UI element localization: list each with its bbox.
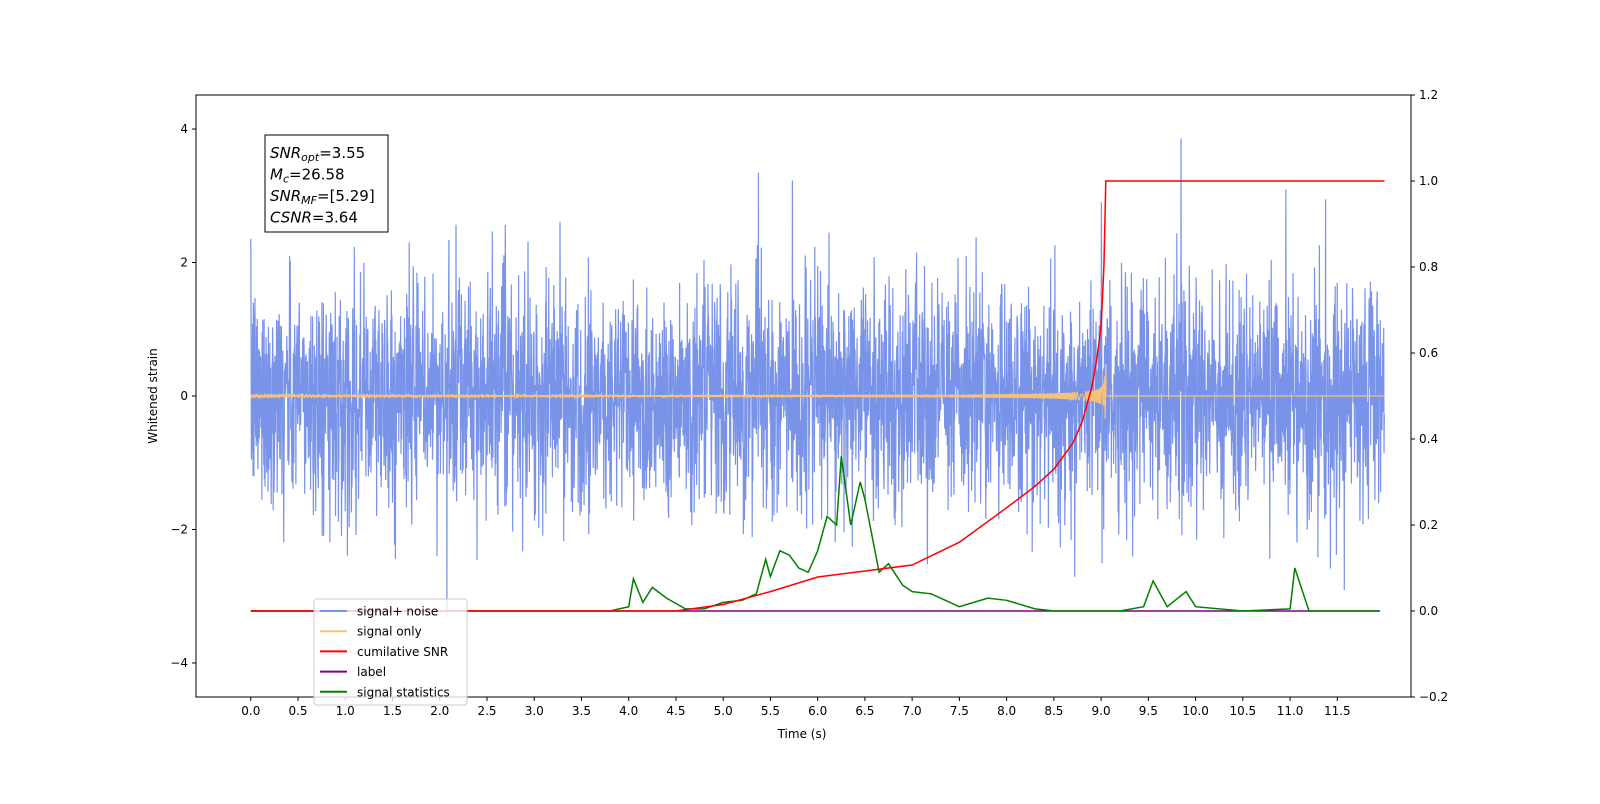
y-tick-label: −2 bbox=[170, 522, 188, 536]
y-axis-left: 4 2 0 −2 −4 bbox=[170, 122, 196, 670]
x-tick-label: 7.5 bbox=[950, 704, 969, 718]
x-tick-label: 4.5 bbox=[666, 704, 685, 718]
legend-label: signal statistics bbox=[357, 685, 450, 699]
x-tick-label: 6.5 bbox=[855, 704, 874, 718]
y-right-tick-label: 0.4 bbox=[1419, 432, 1438, 446]
y-tick-label: −4 bbox=[170, 656, 188, 670]
y-axis-right: 1.2 1.0 0.8 0.6 0.4 0.2 0.0 −0.2 bbox=[1411, 88, 1448, 704]
x-tick-label: 11.5 bbox=[1324, 704, 1351, 718]
x-tick-label: 5.0 bbox=[714, 704, 733, 718]
y-right-tick-label: −0.2 bbox=[1419, 690, 1448, 704]
y-tick-label: 4 bbox=[180, 122, 188, 136]
x-tick-label: 3.5 bbox=[572, 704, 591, 718]
annotation-box: SNRopt=3.55Mc=26.58SNRMF=[5.29]CSNR=3.64 bbox=[264, 134, 389, 233]
chart: 0.0 0.5 1.0 1.5 2.0 2.5 3.0 3.5 4.0 4.5 5.0 5.5 6.0 6… bbox=[146, 88, 1448, 741]
legend-label: cumilative SNR bbox=[357, 645, 448, 659]
x-tick-label: 4.0 bbox=[619, 704, 638, 718]
legend: signal+ noise signal only cumilative SNR la… bbox=[313, 598, 468, 706]
x-tick-label: 9.0 bbox=[1092, 704, 1111, 718]
x-tick-label: 2.5 bbox=[477, 704, 496, 718]
y-tick-label: 2 bbox=[180, 256, 188, 270]
annotation-line: CSNR=3.64 bbox=[270, 209, 358, 227]
x-tick-label: 11.0 bbox=[1277, 704, 1304, 718]
y-right-tick-label: 1.2 bbox=[1419, 88, 1438, 102]
y-right-tick-label: 1.0 bbox=[1419, 174, 1438, 188]
y-right-tick-label: 0.2 bbox=[1419, 518, 1438, 532]
x-tick-label: 5.5 bbox=[761, 704, 780, 718]
x-tick-label: 10.5 bbox=[1229, 704, 1256, 718]
x-tick-label: 7.0 bbox=[903, 704, 922, 718]
series-signal-statistics bbox=[250, 456, 1380, 612]
series-layer bbox=[250, 138, 1385, 618]
legend-label: signal only bbox=[357, 625, 422, 639]
x-tick-label: 3.0 bbox=[525, 704, 544, 718]
x-tick-label: 1.0 bbox=[336, 704, 355, 718]
x-tick-label: 0.5 bbox=[288, 704, 307, 718]
x-tick-label: 1.5 bbox=[383, 704, 402, 718]
x-tick-label: 8.0 bbox=[997, 704, 1016, 718]
legend-label: signal+ noise bbox=[357, 605, 438, 619]
x-tick-label: 8.5 bbox=[1044, 704, 1063, 718]
annotation-line: Mc=26.58 bbox=[270, 166, 345, 186]
x-tick-label: 0.0 bbox=[241, 704, 260, 718]
legend-label: label bbox=[357, 665, 386, 679]
x-tick-label: 10.0 bbox=[1182, 704, 1209, 718]
y-right-tick-label: 0.0 bbox=[1419, 604, 1438, 618]
x-tick-label: 6.0 bbox=[808, 704, 827, 718]
x-axis-label: Time (s) bbox=[777, 727, 827, 741]
series-signal-noise bbox=[250, 138, 1385, 618]
y-tick-label: 0 bbox=[180, 389, 188, 403]
x-tick-label: 2.0 bbox=[430, 704, 449, 718]
annotation-line: SNRMF=[5.29] bbox=[270, 187, 375, 207]
x-tick-label: 9.5 bbox=[1139, 704, 1158, 718]
y-right-tick-label: 0.6 bbox=[1419, 346, 1438, 360]
y-right-tick-label: 0.8 bbox=[1419, 260, 1438, 274]
y-axis-label: Whitened strain bbox=[146, 348, 160, 444]
